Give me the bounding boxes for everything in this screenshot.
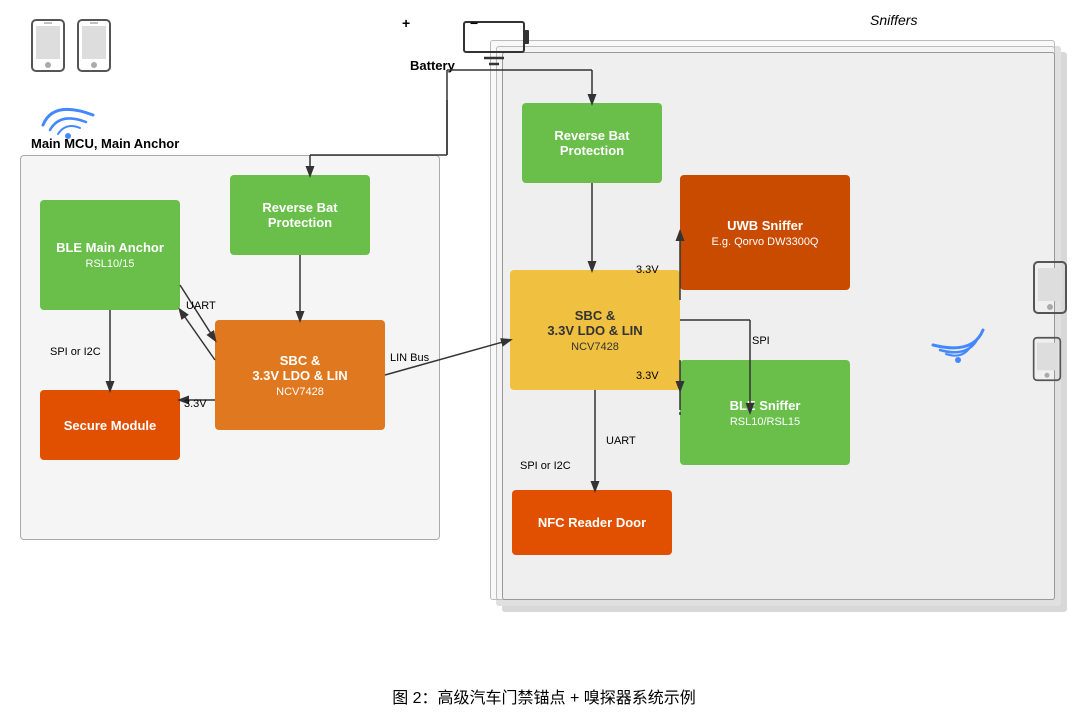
battery-minus: − — [470, 15, 478, 31]
sbc-ldo-left-title: SBC & 3.3V LDO & LIN — [252, 353, 347, 383]
spi-right-label: SPI — [752, 335, 770, 347]
v33-top-label: 3.3V — [636, 264, 659, 276]
nfc-reader-title: NFC Reader Door — [538, 515, 646, 530]
uwb-sniffer-title: UWB Sniffer — [727, 218, 803, 233]
wifi-left — [38, 90, 98, 145]
v33-left-label: 3.3V — [184, 398, 207, 410]
secure-module-block: Secure Module — [40, 390, 180, 460]
phone-icon-2 — [76, 18, 112, 73]
uwb-sniffer-block: UWB Sniffer E.g. Qorvo DW3300Q — [680, 175, 850, 290]
secure-module-title: Secure Module — [64, 418, 156, 433]
caption: 图 2：高级汽车门禁锚点 + 嗅探器系统示例 — [0, 684, 1088, 708]
sbc-ldo-left-block: SBC & 3.3V LDO & LIN NCV7428 — [215, 320, 385, 430]
sbc-ldo-right-subtitle: NCV7428 — [571, 341, 619, 353]
reverse-bat-right-title: Reverse Bat Protection — [528, 128, 656, 158]
battery-label: Battery — [410, 58, 455, 73]
phone-group-left — [30, 18, 112, 73]
sniffers-label: Sniffers — [870, 12, 917, 28]
reverse-bat-left-block: Reverse Bat Protection — [230, 175, 370, 255]
v33-bottom-label: 3.3V — [636, 370, 659, 382]
reverse-bat-right-block: Reverse Bat Protection — [522, 103, 662, 183]
ble-sniffer-title: BLE Sniffer — [730, 398, 801, 413]
battery-area: + − Battery — [410, 10, 529, 75]
diagram-container: Sniffers + − Battery Main MCU, Main Anch… — [0, 0, 1088, 680]
ble-sniffer-subtitle: RSL10/RSL15 — [730, 416, 800, 428]
phone-icon-right-1 — [1032, 260, 1068, 315]
sbc-ldo-left-subtitle: NCV7428 — [276, 386, 324, 398]
wifi-right — [928, 310, 988, 385]
phone-group-right — [1032, 260, 1068, 383]
ble-main-anchor-title: BLE Main Anchor — [56, 240, 164, 255]
nfc-reader-block: NFC Reader Door — [512, 490, 672, 555]
ble-main-anchor-subtitle: RSL10/15 — [86, 258, 135, 270]
ble-sniffer-block: BLE Sniffer RSL10/RSL15 — [680, 360, 850, 465]
reverse-bat-left-title: Reverse Bat Protection — [236, 200, 364, 230]
phone-icon-right-2 — [1032, 335, 1062, 383]
uwb-sniffer-subtitle: E.g. Qorvo DW3300Q — [712, 236, 819, 248]
uart-right-label: UART — [606, 435, 636, 447]
spi-i2c-right-label: SPI or I2C — [520, 460, 571, 472]
spi-i2c-left-label: SPI or I2C — [50, 346, 101, 358]
uart-left-label: UART — [186, 300, 216, 312]
lin-bus-label: LIN Bus — [390, 352, 429, 364]
sbc-ldo-right-title: SBC & 3.3V LDO & LIN — [547, 308, 642, 338]
phone-icon-1 — [30, 18, 66, 73]
battery-plus: + — [402, 15, 410, 31]
ble-main-anchor-block: BLE Main Anchor RSL10/15 — [40, 200, 180, 310]
